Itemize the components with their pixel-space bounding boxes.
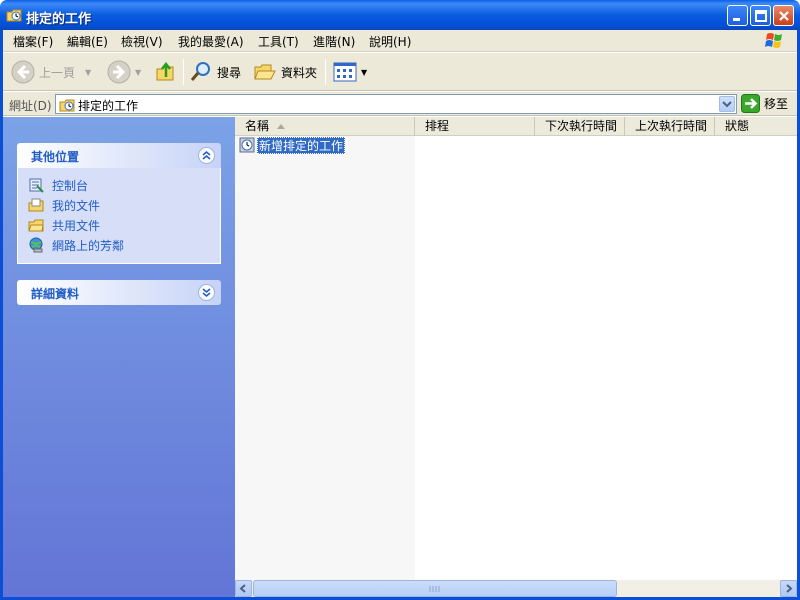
scroll-left-button[interactable] bbox=[235, 580, 252, 597]
details-group: 詳細資料 bbox=[17, 280, 221, 305]
scroll-right-button[interactable] bbox=[780, 580, 797, 597]
go-button[interactable]: 移至 bbox=[741, 94, 788, 113]
back-label: 上一頁 bbox=[39, 65, 76, 80]
link-label: 共用文件 bbox=[52, 218, 101, 233]
chevron-left-icon bbox=[239, 584, 246, 593]
back-arrow-icon bbox=[11, 60, 35, 84]
address-bar: 網址(D) 排定的工作 移至 bbox=[3, 92, 797, 116]
folders-icon bbox=[254, 64, 276, 80]
chevron-right-icon bbox=[786, 584, 793, 593]
other-places-body: 控制台 我的文件 共用文件 網路上的芳鄰 bbox=[17, 168, 221, 264]
menu-help[interactable]: 說明(H) bbox=[369, 33, 411, 50]
folders-label: 資料夾 bbox=[281, 65, 318, 80]
column-header-status[interactable]: 狀態 bbox=[715, 117, 797, 136]
column-header-last-run[interactable]: 上次執行時間 bbox=[625, 117, 715, 136]
file-list-view[interactable]: 名稱 排程 下次執行時間 上次執行時間 狀態 新增排定的工作 bbox=[235, 117, 797, 580]
chevron-down-icon bbox=[202, 288, 211, 298]
network-globe-icon bbox=[29, 237, 43, 253]
go-label: 移至 bbox=[764, 97, 789, 111]
grip-icon bbox=[429, 586, 440, 592]
go-arrow-icon bbox=[741, 94, 760, 113]
window-title: 排定的工作 bbox=[26, 12, 92, 27]
address-dropdown-button[interactable] bbox=[719, 96, 735, 112]
column-header-schedule[interactable]: 排程 bbox=[415, 117, 535, 136]
address-value: 排定的工作 bbox=[78, 99, 139, 113]
chevron-down-icon bbox=[722, 101, 732, 108]
forward-button[interactable]: ▼ bbox=[107, 58, 141, 86]
list-item-label: 新增排定的工作 bbox=[257, 136, 346, 154]
search-button[interactable]: 搜尋 bbox=[189, 58, 241, 86]
column-header-label: 下次執行時間 bbox=[545, 119, 618, 133]
forward-dropdown-icon[interactable]: ▼ bbox=[135, 68, 141, 77]
link-label: 網路上的芳鄰 bbox=[52, 238, 125, 253]
list-header: 名稱 排程 下次執行時間 上次執行時間 狀態 bbox=[235, 117, 797, 136]
menu-edit[interactable]: 編輯(E) bbox=[67, 33, 108, 50]
scheduled-tasks-icon bbox=[59, 99, 75, 112]
add-task-icon bbox=[239, 137, 255, 153]
link-my-documents[interactable]: 我的文件 bbox=[28, 195, 220, 215]
maximize-button[interactable] bbox=[750, 5, 771, 26]
back-button[interactable]: 上一頁 ▼ bbox=[11, 58, 91, 86]
link-network-places[interactable]: 網路上的芳鄰 bbox=[28, 235, 220, 255]
search-icon bbox=[190, 62, 210, 81]
menu-file[interactable]: 檔案(F) bbox=[13, 33, 53, 50]
title-bar[interactable]: 排定的工作 bbox=[0, 0, 800, 30]
back-dropdown-icon[interactable]: ▼ bbox=[85, 68, 91, 77]
link-control-panel[interactable]: 控制台 bbox=[28, 175, 220, 195]
task-pane: 其他位置 控制台 我的文件 共用文件 網路上的芳鄰 詳細資料 bbox=[3, 117, 235, 597]
up-folder-button[interactable] bbox=[155, 58, 177, 86]
expand-button[interactable] bbox=[198, 284, 215, 301]
link-label: 我的文件 bbox=[52, 198, 101, 213]
details-header[interactable]: 詳細資料 bbox=[17, 280, 221, 305]
views-icon bbox=[333, 62, 357, 82]
shared-folder-icon bbox=[28, 219, 44, 232]
link-label: 控制台 bbox=[52, 178, 89, 193]
column-header-label: 排程 bbox=[425, 119, 450, 133]
close-button[interactable] bbox=[773, 5, 794, 26]
column-header-label: 名稱 bbox=[245, 119, 270, 133]
menu-advanced[interactable]: 進階(N) bbox=[313, 33, 355, 50]
scroll-thumb[interactable] bbox=[253, 580, 617, 597]
other-places-header[interactable]: 其他位置 bbox=[17, 143, 221, 168]
chevron-up-icon bbox=[202, 150, 211, 160]
windows-logo-icon bbox=[765, 33, 782, 48]
column-header-label: 上次執行時間 bbox=[635, 119, 708, 133]
collapse-button[interactable] bbox=[198, 147, 215, 164]
menu-view[interactable]: 檢視(V) bbox=[121, 33, 163, 50]
link-shared-documents[interactable]: 共用文件 bbox=[28, 215, 220, 235]
menu-tools[interactable]: 工具(T) bbox=[258, 33, 299, 50]
up-folder-icon bbox=[156, 61, 174, 81]
scheduled-tasks-icon bbox=[6, 9, 22, 22]
column-header-next-run[interactable]: 下次執行時間 bbox=[535, 117, 625, 136]
other-places-group: 其他位置 控制台 我的文件 共用文件 網路上的芳鄰 bbox=[17, 143, 221, 264]
list-item[interactable]: 新增排定的工作 bbox=[239, 136, 346, 154]
horizontal-scrollbar[interactable] bbox=[235, 580, 797, 597]
address-label: 網址(D) bbox=[9, 99, 52, 113]
sort-ascending-icon bbox=[277, 124, 286, 129]
control-panel-icon bbox=[29, 178, 44, 193]
column-header-name[interactable]: 名稱 bbox=[235, 117, 415, 136]
close-icon bbox=[779, 11, 789, 21]
search-label: 搜尋 bbox=[217, 65, 242, 80]
toolbar: 上一頁 ▼ ▼ 搜尋 資料夾 ▼ bbox=[3, 53, 797, 91]
column-header-label: 狀態 bbox=[725, 119, 750, 133]
minimize-button[interactable] bbox=[727, 5, 748, 26]
address-input[interactable]: 排定的工作 bbox=[55, 94, 737, 114]
toolbar-separator bbox=[325, 59, 326, 85]
menu-favorites[interactable]: 我的最愛(A) bbox=[178, 33, 244, 50]
forward-arrow-icon bbox=[107, 60, 131, 84]
sorted-column-highlight bbox=[235, 136, 415, 580]
details-title: 詳細資料 bbox=[31, 287, 80, 301]
other-places-title: 其他位置 bbox=[31, 150, 80, 164]
menu-bar: 檔案(F) 編輯(E) 檢視(V) 我的最愛(A) 工具(T) 進階(N) 說明… bbox=[3, 30, 797, 52]
toolbar-separator bbox=[183, 59, 184, 85]
my-documents-icon bbox=[28, 198, 44, 212]
views-button[interactable]: ▼ bbox=[333, 58, 367, 86]
folders-button[interactable]: 資料夾 bbox=[253, 58, 317, 86]
views-dropdown-icon: ▼ bbox=[361, 67, 368, 77]
